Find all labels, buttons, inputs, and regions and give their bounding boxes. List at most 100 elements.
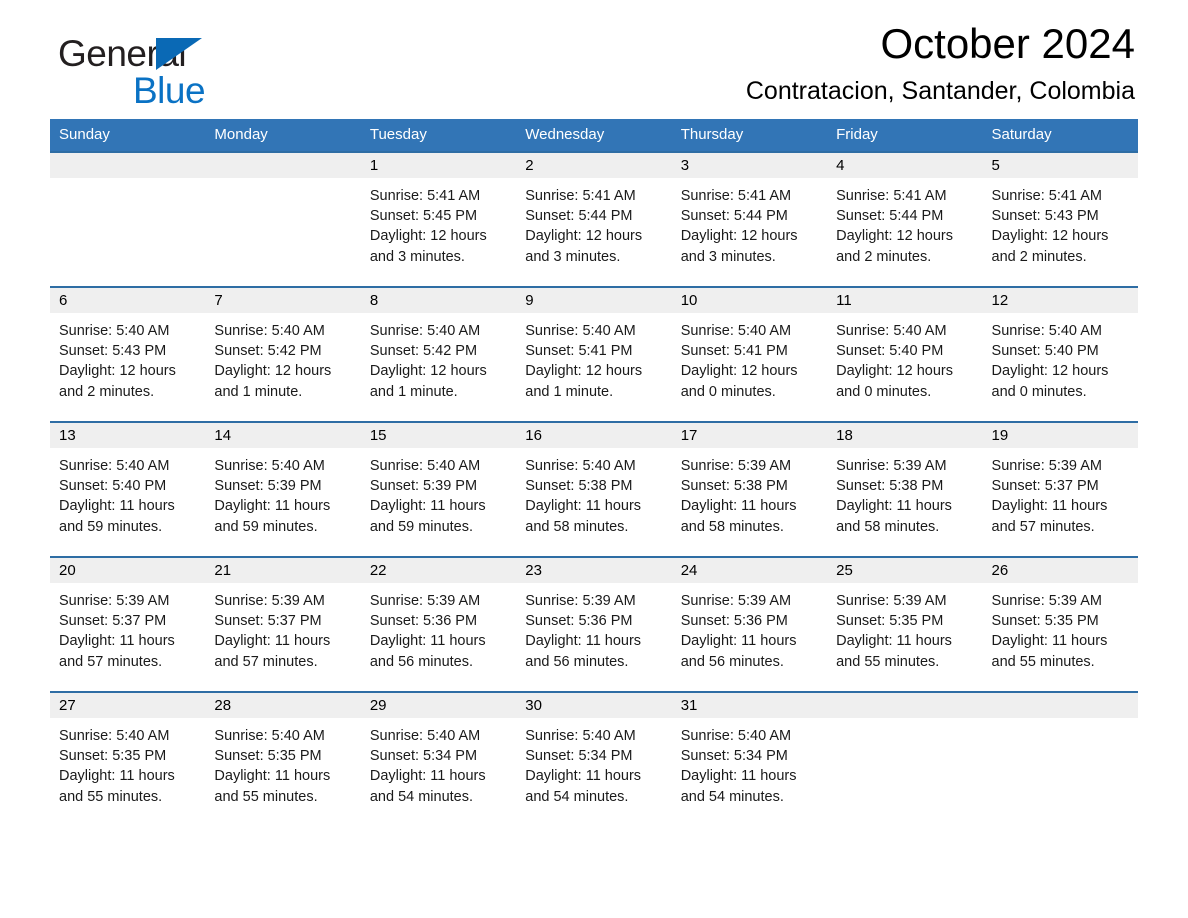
day-number-band: 11: [827, 288, 983, 313]
day-cell-details: Sunrise: 5:40 AM Sunset: 5:41 PM Daylight:…: [672, 313, 827, 402]
daylight-duration-line2: and 58 minutes.: [836, 518, 940, 535]
day-number: 7: [214, 292, 223, 309]
day-cell-inner: 7 Sunrise: 5:40 AM Sunset: 5:42 PM Daylight…: [205, 288, 361, 421]
calendar-day-cell[interactable]: 30 Sunrise: 5:40 AM Sunset: 5:34 PM Dayligh…: [516, 691, 672, 826]
day-number: 27: [59, 697, 76, 714]
day-cell-inner: [827, 693, 983, 826]
day-cell-inner: 29 Sunrise: 5:40 AM Sunset: 5:34 PM Dayligh…: [360, 693, 517, 826]
sunset-time: Sunset: 5:45 PM: [369, 208, 478, 225]
daylight-duration-line1: Daylight: 11 hours: [991, 498, 1108, 515]
calendar-day-cell[interactable]: 13 Sunrise: 5:40 AM Sunset: 5:40 PM Dayligh…: [50, 421, 206, 557]
calendar-day-cell[interactable]: 6 Sunrise: 5:40 AM Sunset: 5:43 PM Daylight…: [50, 286, 206, 422]
calendar-day-cell[interactable]: 20 Sunrise: 5:39 AM Sunset: 5:37 PM Dayligh…: [50, 556, 206, 692]
daylight-duration-line2: and 2 minutes.: [59, 383, 155, 400]
sunset-time: Sunset: 5:42 PM: [369, 343, 478, 360]
daylight-duration-line1: Daylight: 12 hours: [59, 363, 176, 380]
day-cell-details: Sunrise: 5:39 AM Sunset: 5:37 PM Daylight:…: [205, 583, 360, 672]
daylight-duration-line2: and 54 minutes.: [680, 788, 784, 805]
calendar-day-cell[interactable]: 19 Sunrise: 5:39 AM Sunset: 5:37 PM Dayligh…: [982, 421, 1138, 557]
calendar-day-cell[interactable]: 10 Sunrise: 5:40 AM Sunset: 5:41 PM Dayligh…: [671, 286, 828, 422]
day-number: 28: [214, 697, 232, 714]
sunset-time: Sunset: 5:36 PM: [680, 613, 788, 630]
calendar-day-cell[interactable]: 3 Sunrise: 5:41 AM Sunset: 5:44 PM Daylight…: [671, 151, 828, 287]
day-number: 6: [59, 292, 68, 309]
calendar-day-cell[interactable]: 11 Sunrise: 5:40 AM Sunset: 5:40 PM Dayligh…: [827, 286, 983, 422]
day-number-band: 30: [516, 693, 672, 718]
sunset-time: Sunset: 5:42 PM: [214, 343, 322, 360]
daylight-duration-line2: and 1 minute.: [214, 383, 303, 400]
day-cell-inner: 12 Sunrise: 5:40 AM Sunset: 5:40 PM Dayligh…: [982, 288, 1138, 421]
calendar-day-cell-empty: [827, 691, 983, 826]
calendar-day-cell[interactable]: 24 Sunrise: 5:39 AM Sunset: 5:36 PM Dayligh…: [671, 556, 828, 692]
daylight-duration-line1: Daylight: 11 hours: [991, 633, 1108, 650]
weekday-header-thursday: Thursday: [671, 119, 828, 152]
calendar-week-row: 20 Sunrise: 5:39 AM Sunset: 5:37 PM Dayligh…: [50, 556, 1138, 692]
daylight-duration-line1: Daylight: 11 hours: [525, 768, 642, 785]
calendar-day-cell[interactable]: 23 Sunrise: 5:39 AM Sunset: 5:36 PM Dayligh…: [516, 556, 672, 692]
calendar-day-cell[interactable]: 7 Sunrise: 5:40 AM Sunset: 5:42 PM Daylight…: [205, 286, 361, 422]
daylight-duration-line2: and 2 minutes.: [991, 248, 1087, 265]
calendar-day-cell[interactable]: 5 Sunrise: 5:41 AM Sunset: 5:43 PM Daylight…: [982, 151, 1138, 287]
day-number-band: 7: [205, 288, 361, 313]
daylight-duration-line1: Daylight: 12 hours: [836, 363, 953, 380]
day-cell-details: Sunrise: 5:41 AM Sunset: 5:43 PM Daylight:…: [983, 178, 1138, 267]
daylight-duration-line2: and 0 minutes.: [836, 383, 932, 400]
logo-text-blue: Blue: [133, 70, 206, 111]
daylight-duration-line1: Daylight: 11 hours: [59, 633, 175, 650]
daylight-duration-line1: Daylight: 11 hours: [369, 768, 486, 785]
general-blue-logo[interactable]: General Blue: [58, 32, 358, 112]
calendar-day-cell[interactable]: 9 Sunrise: 5:40 AM Sunset: 5:41 PM Daylight…: [516, 286, 672, 422]
day-number-band: 13: [50, 423, 206, 448]
day-cell-inner: 25 Sunrise: 5:39 AM Sunset: 5:35 PM Dayligh…: [827, 558, 983, 691]
daylight-duration-line2: and 55 minutes.: [59, 788, 163, 805]
calendar-day-cell[interactable]: 12 Sunrise: 5:40 AM Sunset: 5:40 PM Dayligh…: [982, 286, 1138, 422]
day-number: 2: [525, 157, 534, 174]
day-number-band: 28: [205, 693, 361, 718]
calendar-day-cell[interactable]: 17 Sunrise: 5:39 AM Sunset: 5:38 PM Dayligh…: [671, 421, 828, 557]
calendar-day-cell[interactable]: 4 Sunrise: 5:41 AM Sunset: 5:44 PM Daylight…: [827, 151, 983, 287]
sunrise-time: Sunrise: 5:39 AM: [59, 593, 170, 609]
daylight-duration-line1: Daylight: 11 hours: [680, 633, 797, 650]
calendar-day-cell[interactable]: 14 Sunrise: 5:40 AM Sunset: 5:39 PM Dayligh…: [205, 421, 361, 557]
sunset-time: Sunset: 5:38 PM: [836, 478, 944, 495]
calendar-day-cell[interactable]: 8 Sunrise: 5:40 AM Sunset: 5:42 PM Daylight…: [360, 286, 517, 422]
day-number-band: 26: [982, 558, 1138, 583]
weekday-header-sunday: Sunday: [50, 119, 206, 152]
calendar-body: 1 Sunrise: 5:41 AM Sunset: 5:45 PM Daylight…: [50, 151, 1138, 826]
calendar-day-cell[interactable]: 26 Sunrise: 5:39 AM Sunset: 5:35 PM Dayligh…: [982, 556, 1138, 692]
calendar-day-cell[interactable]: 15 Sunrise: 5:40 AM Sunset: 5:39 PM Dayligh…: [360, 421, 517, 557]
day-cell-details: Sunrise: 5:40 AM Sunset: 5:40 PM Daylight:…: [983, 313, 1138, 402]
daylight-duration-line1: Daylight: 11 hours: [369, 633, 486, 650]
calendar-day-cell[interactable]: 27 Sunrise: 5:40 AM Sunset: 5:35 PM Dayligh…: [50, 691, 206, 826]
calendar-day-cell[interactable]: 25 Sunrise: 5:39 AM Sunset: 5:35 PM Dayligh…: [827, 556, 983, 692]
calendar-day-cell[interactable]: 29 Sunrise: 5:40 AM Sunset: 5:34 PM Dayligh…: [360, 691, 517, 826]
day-number: 26: [991, 562, 1009, 579]
calendar-day-cell[interactable]: 18 Sunrise: 5:39 AM Sunset: 5:38 PM Dayligh…: [827, 421, 983, 557]
sunset-time: Sunset: 5:35 PM: [836, 613, 944, 630]
sunrise-time: Sunrise: 5:40 AM: [369, 728, 481, 744]
sunset-time: Sunset: 5:41 PM: [525, 343, 633, 360]
sunset-time: Sunset: 5:37 PM: [214, 613, 322, 630]
daylight-duration-line1: Daylight: 11 hours: [680, 768, 797, 785]
calendar-page: General Blue October 2024 Contratacion, …: [0, 0, 1188, 918]
day-cell-details: Sunrise: 5:41 AM Sunset: 5:44 PM Daylight:…: [516, 178, 671, 267]
calendar-day-cell[interactable]: 21 Sunrise: 5:39 AM Sunset: 5:37 PM Dayligh…: [205, 556, 361, 692]
day-number-band: 3: [671, 153, 828, 178]
day-number: 31: [680, 697, 698, 714]
day-cell-inner: 23 Sunrise: 5:39 AM Sunset: 5:36 PM Dayligh…: [516, 558, 672, 691]
calendar-day-cell[interactable]: 28 Sunrise: 5:40 AM Sunset: 5:35 PM Dayligh…: [205, 691, 361, 826]
daylight-duration-line2: and 56 minutes.: [369, 653, 474, 670]
calendar-day-cell[interactable]: 31 Sunrise: 5:40 AM Sunset: 5:34 PM Dayligh…: [671, 691, 828, 826]
calendar-day-cell[interactable]: 22 Sunrise: 5:39 AM Sunset: 5:36 PM Dayligh…: [360, 556, 517, 692]
calendar-day-cell[interactable]: 1 Sunrise: 5:41 AM Sunset: 5:45 PM Daylight…: [360, 151, 517, 287]
sunrise-time: Sunrise: 5:40 AM: [525, 323, 636, 339]
day-number: 23: [525, 562, 542, 579]
calendar-day-cell[interactable]: 16 Sunrise: 5:40 AM Sunset: 5:38 PM Dayligh…: [516, 421, 672, 557]
calendar-day-cell[interactable]: 2 Sunrise: 5:41 AM Sunset: 5:44 PM Daylight…: [516, 151, 672, 287]
page-header: General Blue October 2024 Contratacion, …: [50, 0, 1138, 112]
day-number: 3: [680, 157, 690, 174]
sunrise-time: Sunrise: 5:40 AM: [525, 458, 636, 474]
day-cell-inner: [205, 153, 361, 286]
daylight-duration-line2: and 57 minutes.: [214, 653, 318, 670]
sunrise-time: Sunrise: 5:40 AM: [214, 458, 325, 474]
